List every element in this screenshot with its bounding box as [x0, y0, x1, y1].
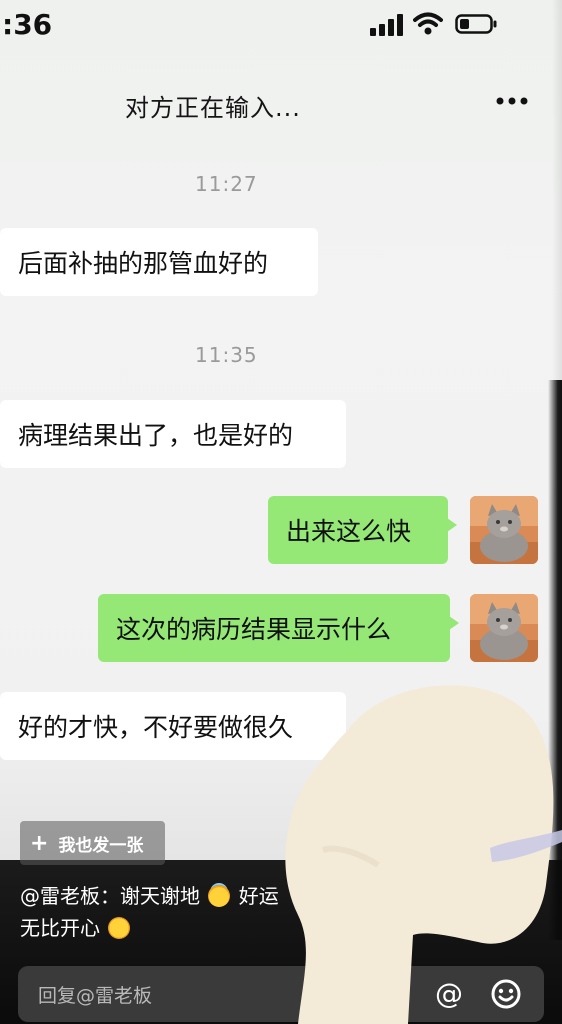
- chat-title: 对方正在输入...: [125, 94, 301, 122]
- share-label: 我也发一张: [58, 835, 144, 856]
- cat-avatar-image: [470, 594, 538, 662]
- comment-tail-text: 好运: [238, 884, 279, 908]
- comment-line-1: @雷老板：谢天谢地 好运: [20, 880, 279, 912]
- chat-header: 对方正在输入...: [0, 60, 562, 140]
- share-button[interactable]: + 我也发一张: [20, 821, 165, 865]
- sleepy-emoji: [108, 917, 131, 939]
- wifi-icon: [413, 12, 443, 35]
- message-bubble-outgoing[interactable]: 这次的病历结果显示什么: [98, 594, 459, 662]
- cat-avatar[interactable]: [470, 496, 538, 564]
- message-timestamp: 11:35: [195, 343, 258, 367]
- message-text: 好的才快，不好要做很久: [18, 713, 294, 742]
- more-icon[interactable]: [495, 94, 529, 108]
- comment-text: @雷老板：谢天谢地 好运 无比开心: [20, 880, 279, 944]
- plus-icon: +: [30, 830, 49, 856]
- comment-line-2-text: 无比开心: [20, 916, 100, 940]
- message-text: 出来这么快: [286, 517, 412, 546]
- cat-avatar[interactable]: [470, 594, 538, 662]
- screen-edge-shadow: [552, 0, 562, 380]
- message-bubble-incoming[interactable]: 后面补抽的那管血好的: [0, 228, 318, 296]
- comment-author-text: @雷老板：谢天谢地: [20, 884, 200, 908]
- status-time: :36: [2, 8, 53, 41]
- reply-placeholder: 回复@雷老板: [38, 985, 153, 1007]
- comment-line-2: 无比开心: [20, 912, 279, 944]
- message-text: 后面补抽的那管血好的: [18, 249, 269, 278]
- cat-avatar-image: [470, 496, 538, 564]
- chat-screen: :36 对方正在输入... 11:27 后面补抽的那管血好的 11:35 病理结…: [0, 0, 562, 1024]
- scribble-mark: [490, 830, 562, 862]
- message-bubble-incoming[interactable]: 病理结果出了，也是好的: [0, 400, 346, 468]
- message-bubble-outgoing[interactable]: 出来这么快: [268, 496, 457, 564]
- message-text: 病理结果出了，也是好的: [18, 421, 294, 450]
- battery-icon: [455, 14, 497, 34]
- halo-smile-emoji: [208, 885, 231, 907]
- signal-icon: [370, 14, 403, 36]
- message-timestamp: 11:27: [195, 172, 258, 196]
- message-text: 这次的病历结果显示什么: [116, 615, 392, 644]
- status-bar: :36: [0, 0, 562, 50]
